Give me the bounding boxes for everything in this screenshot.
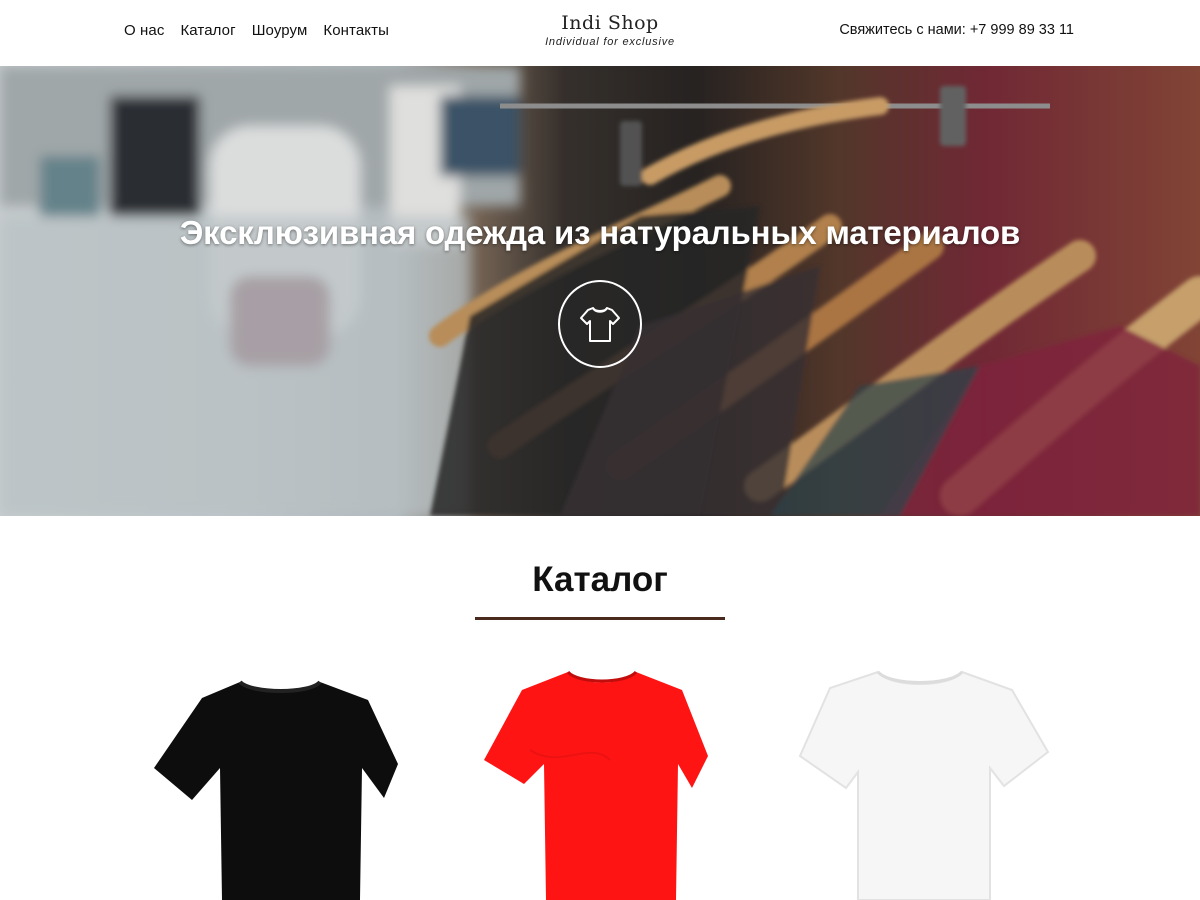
contact-label: Свяжитесь с нами: [839,22,966,38]
hero-banner: Эксклюзивная одежда из натуральных матер… [0,66,1200,516]
catalog-title-underline [475,617,725,620]
white-tshirt-image [798,670,1050,900]
contact-info: Свяжитесь с нами: +7 999 89 33 11 [839,22,1074,38]
product-card-red-tshirt[interactable] [470,660,740,900]
main-nav: О нас Каталог Шоурум Контакты [124,22,389,39]
site-header: О нас Каталог Шоурум Контакты Indi Shop … [0,0,1200,66]
hero-title: Эксклюзивная одежда из натуральных матер… [179,214,1021,251]
product-card-black-tshirt[interactable] [142,660,412,900]
black-tshirt-image [154,680,398,900]
site-logo[interactable]: Indi Shop Individual for exclusive [530,12,690,48]
catalog-title: Каталог [532,560,668,599]
product-card-white-tshirt[interactable] [790,660,1060,900]
nav-link-about[interactable]: О нас [124,22,164,39]
logo-subtitle: Individual for exclusive [545,36,675,48]
nav-link-showroom[interactable]: Шоурум [252,22,308,39]
red-tshirt-image [484,670,708,900]
nav-link-contacts[interactable]: Контакты [323,22,389,39]
tshirt-icon [558,280,642,368]
logo-title: Indi Shop [561,12,659,34]
nav-link-catalog[interactable]: Каталог [180,22,235,39]
contact-phone[interactable]: +7 999 89 33 11 [970,22,1074,38]
